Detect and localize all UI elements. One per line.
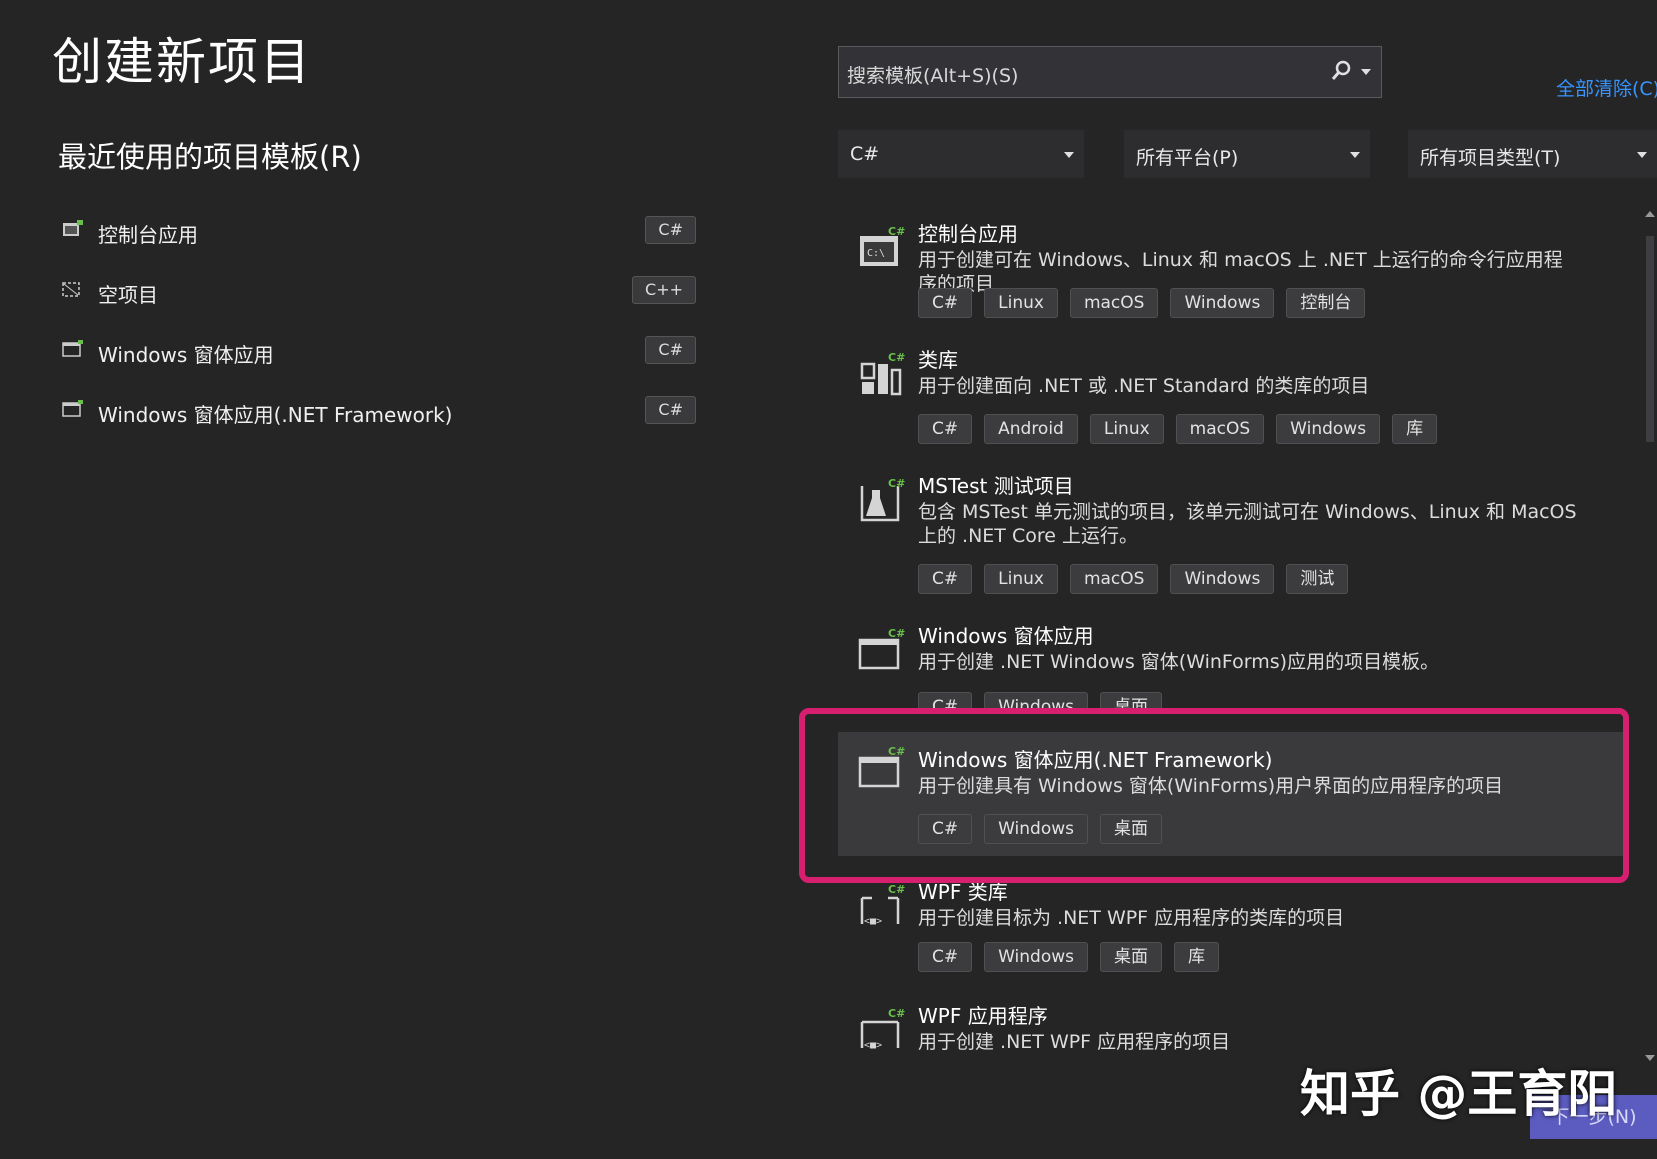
- svg-text:C#: C#: [888, 352, 905, 364]
- tag: Windows: [1170, 564, 1275, 594]
- tag: Android: [984, 414, 1078, 444]
- page-title: 创建新项目: [52, 33, 312, 91]
- tag: C#: [918, 564, 973, 594]
- tag: Linux: [1089, 414, 1164, 444]
- language-badge: C++: [632, 276, 696, 304]
- template-description: 用于创建 .NET WPF 应用程序的项目: [918, 1031, 1231, 1053]
- window-form-icon: [62, 340, 83, 357]
- watermark: 知乎 @王育阳: [1300, 1065, 1618, 1123]
- template-tags: C# Linux macOS Windows 控制台: [918, 288, 1366, 318]
- template-name: 控制台应用: [918, 222, 1018, 246]
- recent-item-label: 空项目: [98, 283, 158, 307]
- console-app-icon: [63, 220, 83, 236]
- tag: Windows: [1170, 288, 1275, 318]
- recent-templates-heading: 最近使用的项目模板(R): [58, 140, 362, 174]
- template-tags: C# Linux macOS Windows 测试: [918, 564, 1349, 594]
- scroll-up-icon[interactable]: [1644, 210, 1656, 218]
- template-description: 包含 MSTest 单元测试的项目，该单元测试可在 Windows、Linux …: [918, 501, 1577, 547]
- platform-filter-value: 所有平台(P): [1136, 147, 1239, 169]
- tag: Linux: [984, 564, 1058, 594]
- recent-item-label: Windows 窗体应用(.NET Framework): [98, 403, 453, 427]
- svg-text:C#: C#: [888, 884, 905, 896]
- window-form-icon: C#: [858, 628, 905, 670]
- recent-item-empty-project[interactable]: 空项目 C++: [56, 270, 696, 314]
- tag: 控制台: [1286, 288, 1366, 318]
- search-placeholder: 搜索模板(Alt+S)(S): [847, 65, 1019, 87]
- tag: 库: [1392, 414, 1438, 444]
- svg-text:C#: C#: [888, 226, 905, 238]
- tag: Linux: [984, 288, 1058, 318]
- language-badge: C#: [645, 396, 696, 424]
- template-description: 用于创建 .NET Windows 窗体(WinForms)应用的项目模板。: [918, 651, 1440, 673]
- template-name: Windows 窗体应用: [918, 624, 1094, 648]
- tag: 测试: [1286, 564, 1349, 594]
- search-input[interactable]: 搜索模板(Alt+S)(S): [838, 46, 1382, 98]
- svg-text:C#: C#: [888, 478, 905, 490]
- template-console-app[interactable]: C:\ C# 控制台应用 用于创建可在 Windows、Linux 和 macOS…: [838, 218, 1628, 328]
- template-name: WPF 应用程序: [918, 1004, 1048, 1028]
- wpf-app-icon: <■> C#: [860, 1008, 905, 1051]
- svg-text:C#: C#: [888, 1008, 905, 1020]
- window-form-icon: [62, 400, 83, 417]
- templates-scrollbar[interactable]: [1644, 206, 1656, 1066]
- console-app-icon: C:\C#: [860, 226, 905, 266]
- selection-highlight-annotation: [799, 708, 1629, 883]
- tag: Windows: [1276, 414, 1381, 444]
- empty-project-icon: [62, 282, 80, 297]
- template-description: 用于创建面向 .NET 或 .NET Standard 的类库的项目: [918, 375, 1370, 397]
- template-description: 用于创建目标为 .NET WPF 应用程序的类库的项目: [918, 907, 1345, 929]
- tag: C#: [918, 942, 973, 972]
- recent-item-winforms-netfx[interactable]: Windows 窗体应用(.NET Framework) C#: [56, 390, 696, 434]
- template-name: MSTest 测试项目: [918, 474, 1074, 498]
- template-winforms[interactable]: C# Windows 窗体应用 用于创建 .NET Windows 窗体(Win…: [838, 620, 1628, 714]
- scroll-thumb[interactable]: [1646, 236, 1654, 442]
- tag: macOS: [1069, 288, 1159, 318]
- language-badge: C#: [645, 216, 696, 244]
- svg-text:<■>: <■>: [864, 916, 882, 927]
- test-flask-icon: C#: [860, 478, 905, 522]
- chevron-down-icon: [1350, 152, 1360, 158]
- svg-text:C#: C#: [888, 628, 905, 640]
- recent-item-winforms[interactable]: Windows 窗体应用 C#: [56, 330, 696, 374]
- svg-text:<■>: <■>: [864, 1040, 882, 1051]
- template-class-library[interactable]: C# 类库 用于创建面向 .NET 或 .NET Standard 的类库的项目…: [838, 344, 1628, 454]
- chevron-down-icon: [1637, 152, 1647, 158]
- wpf-library-icon: <■> C#: [860, 884, 905, 927]
- tag: macOS: [1175, 414, 1265, 444]
- search-icon[interactable]: [1331, 60, 1351, 82]
- tag: Windows: [984, 942, 1089, 972]
- platform-filter-dropdown[interactable]: 所有平台(P): [1124, 130, 1370, 178]
- language-badge: C#: [645, 336, 696, 364]
- recent-item-label: 控制台应用: [98, 223, 198, 247]
- template-tags: C# Windows 桌面 库: [918, 942, 1220, 972]
- recent-item-console-app[interactable]: 控制台应用 C#: [56, 210, 696, 254]
- language-filter-value: C#: [850, 143, 880, 165]
- template-name: 类库: [918, 348, 958, 372]
- project-type-filter-value: 所有项目类型(T): [1420, 147, 1561, 169]
- template-tags: C# Android Linux macOS Windows 库: [918, 414, 1438, 444]
- tag: macOS: [1069, 564, 1159, 594]
- project-type-filter-dropdown[interactable]: 所有项目类型(T): [1408, 130, 1657, 178]
- tag: 桌面: [1100, 942, 1163, 972]
- recent-item-label: Windows 窗体应用: [98, 343, 274, 367]
- scroll-down-icon[interactable]: [1644, 1054, 1656, 1062]
- language-filter-dropdown[interactable]: C#: [838, 130, 1084, 178]
- clear-all-link[interactable]: 全部清除(C): [1556, 74, 1657, 101]
- template-mstest[interactable]: C# MSTest 测试项目 包含 MSTest 单元测试的项目，该单元测试可在…: [838, 470, 1628, 600]
- template-wpf-library[interactable]: <■> C# WPF 类库 用于创建目标为 .NET WPF 应用程序的类库的项目…: [838, 876, 1628, 986]
- chevron-down-icon[interactable]: [1361, 69, 1371, 75]
- svg-text:C:\: C:\: [867, 248, 885, 259]
- tag: 库: [1174, 942, 1220, 972]
- class-library-icon: C#: [860, 352, 905, 396]
- tag: C#: [918, 288, 973, 318]
- chevron-down-icon: [1064, 152, 1074, 158]
- tag: C#: [918, 414, 973, 444]
